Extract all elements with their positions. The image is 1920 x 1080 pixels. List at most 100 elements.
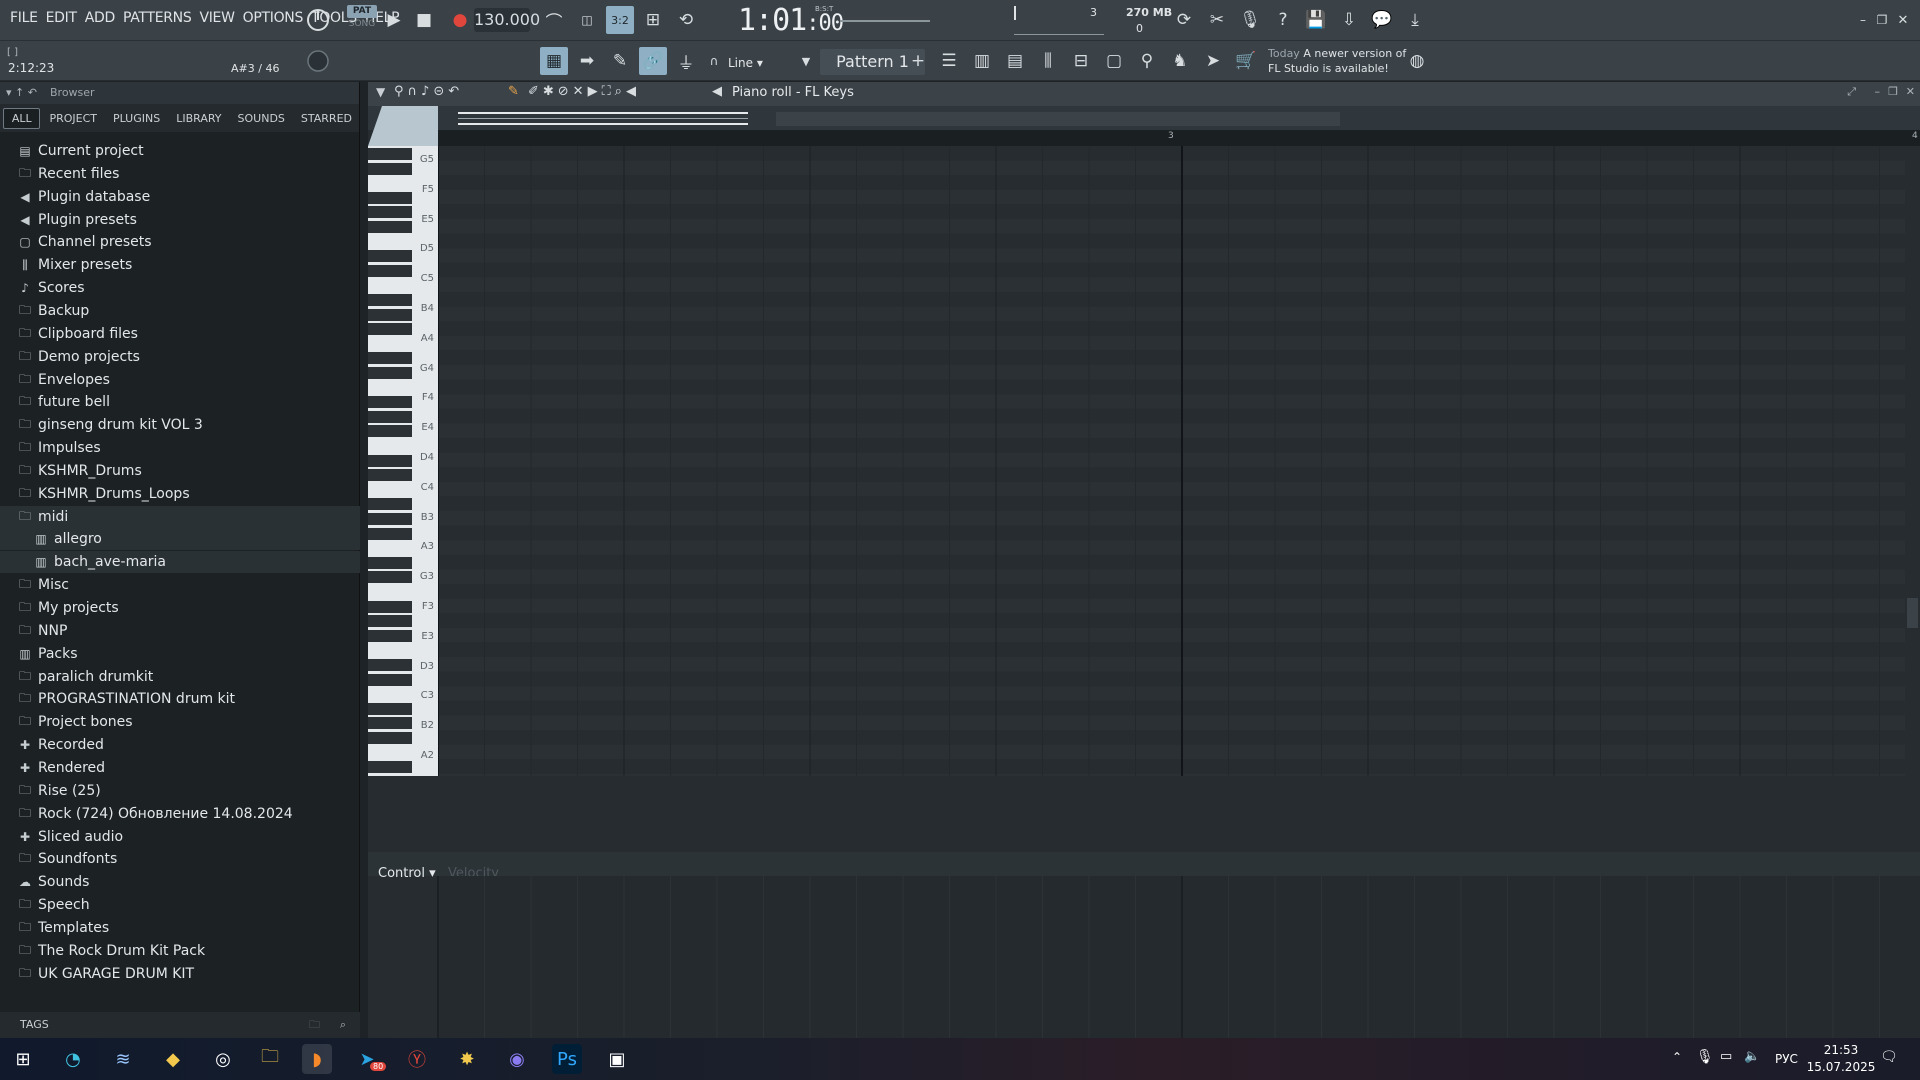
tray-clock[interactable]: 21:53 15.07.2025: [1806, 1042, 1876, 1076]
pr-restore-icon[interactable]: ❐: [1888, 85, 1898, 98]
news-panel[interactable]: Today A newer version of FL Studio is av…: [1268, 46, 1406, 76]
stop-icon[interactable]: ■: [410, 6, 438, 34]
master-volume-knob[interactable]: [304, 6, 332, 34]
browser-folder-item[interactable]: 🗀 Templates: [0, 917, 360, 939]
piano-roll-tools-left[interactable]: ⚲∩♪⊝↶: [394, 84, 463, 99]
menu-add[interactable]: ADD: [81, 10, 119, 26]
black-key[interactable]: [368, 630, 412, 642]
fl-studio-taskbar-icon[interactable]: ◗: [302, 1044, 332, 1074]
steam-icon[interactable]: ◎: [208, 1044, 238, 1074]
piano-roll-title[interactable]: Piano roll - FL Keys: [732, 85, 854, 100]
pattern-overview[interactable]: [458, 108, 748, 128]
black-key[interactable]: [368, 601, 412, 613]
mixer-icon[interactable]: ⫼: [1034, 47, 1062, 75]
metronome-icon[interactable]: ⌒: [540, 6, 568, 34]
pr-minimize-icon[interactable]: –: [1875, 85, 1881, 98]
tab-all[interactable]: ALL: [3, 107, 41, 129]
record-icon[interactable]: ●: [446, 6, 474, 34]
black-key[interactable]: [368, 294, 412, 306]
tab-plugins[interactable]: PLUGINS: [106, 109, 167, 128]
play-icon[interactable]: ▶: [380, 6, 408, 34]
piano-roll-menu-icon[interactable]: ▼: [376, 85, 385, 99]
browser-folder-item[interactable]: 🗀 Recent files: [0, 163, 360, 185]
step-edit-icon[interactable]: ⊞: [639, 6, 667, 34]
black-key[interactable]: [368, 571, 412, 583]
photoshop-icon[interactable]: Ps: [552, 1044, 582, 1074]
browser-folder-item[interactable]: 🗀 Soundfonts: [0, 848, 360, 870]
tray-network-icon[interactable]: ▭: [1720, 1049, 1732, 1064]
snap-select[interactable]: Line ▾: [720, 53, 790, 73]
browser-folder-item[interactable]: 🗀 PROGRASTINATION drum kit: [0, 688, 360, 710]
tab-starred[interactable]: STARRED: [294, 109, 359, 128]
browser-icon[interactable]: ⊟: [1067, 47, 1095, 75]
piano-roll-tools-right[interactable]: ✐✱⊘✕▶⛶⌕◀: [528, 84, 640, 99]
vertical-scroll-thumb[interactable]: [1907, 598, 1918, 628]
add-pattern-icon[interactable]: +: [904, 47, 932, 75]
browser-folder-item[interactable]: 🗀 KSHMR_Drums: [0, 460, 360, 482]
black-key[interactable]: [368, 528, 412, 540]
undo-history-icon[interactable]: ⟳: [1170, 6, 1198, 34]
browser-folder-item[interactable]: ✚ Rendered: [0, 757, 360, 779]
browser-options-icon[interactable]: ▾ ↑ ↶: [6, 82, 37, 104]
black-key[interactable]: [368, 411, 412, 423]
browser-folder-item[interactable]: 🗀 ginseng drum kit VOL 3: [0, 414, 360, 436]
black-key[interactable]: [368, 498, 412, 510]
microphone-icon[interactable]: 🎙: [1236, 6, 1264, 34]
speaker-icon[interactable]: ◀: [712, 84, 722, 99]
star-app-icon[interactable]: ✸: [452, 1044, 482, 1074]
pencil-icon[interactable]: ✎: [508, 84, 523, 99]
tempo-display[interactable]: 130.000: [474, 8, 540, 32]
search-icon[interactable]: ⌕: [340, 1012, 346, 1038]
app-icon[interactable]: ≋: [108, 1044, 138, 1074]
black-key[interactable]: [368, 309, 412, 321]
black-key[interactable]: [368, 732, 412, 744]
menu-edit[interactable]: EDIT: [42, 10, 81, 26]
game-launcher-icon[interactable]: ◆: [158, 1044, 188, 1074]
vertical-scrollbar[interactable]: [1905, 146, 1920, 776]
tray-expand-icon[interactable]: ⌃: [1672, 1050, 1682, 1064]
browser-folder-item[interactable]: 🗀 Rock (724) Обновление 14.08.2024: [0, 803, 360, 825]
browser-folder-item[interactable]: 🗀 UK GARAGE DRUM KIT: [0, 963, 360, 985]
black-key[interactable]: [368, 192, 412, 204]
browser-folder-item[interactable]: 🗀 Demo projects: [0, 346, 360, 368]
black-key[interactable]: [368, 265, 412, 277]
browser-folder-item[interactable]: ▤ Current project: [0, 140, 360, 162]
tab-library[interactable]: LIBRARY: [169, 109, 228, 128]
loop-record-icon[interactable]: ⟲: [672, 6, 700, 34]
file-explorer-icon[interactable]: 🗀: [255, 1044, 285, 1074]
browser-folder-item[interactable]: 🗀 Impulses: [0, 437, 360, 459]
black-key[interactable]: [368, 659, 412, 671]
export-icon[interactable]: ⇩: [1335, 6, 1363, 34]
pat-song-toggle[interactable]: PAT SONG: [347, 5, 377, 35]
help-icon[interactable]: ?: [1269, 6, 1297, 34]
cut-icon[interactable]: ✂: [1203, 6, 1231, 34]
browser-folder-item[interactable]: ✚ Recorded: [0, 734, 360, 756]
browser-folder-item[interactable]: 🗀 Envelopes: [0, 369, 360, 391]
news-globe-icon[interactable]: ◍: [1403, 47, 1431, 75]
browser-folder-item[interactable]: 🗀 Clipboard files: [0, 323, 360, 345]
download-icon[interactable]: ⤓: [1401, 6, 1429, 34]
black-key[interactable]: [368, 469, 412, 481]
browser-folder-item[interactable]: ◀ Plugin presets: [0, 209, 360, 231]
black-key[interactable]: [368, 148, 412, 160]
yandex-browser-icon[interactable]: Ⓨ: [402, 1044, 432, 1074]
browser-folder-item[interactable]: 🗀 Speech: [0, 894, 360, 916]
touch-keyboard-icon[interactable]: ♞: [1166, 47, 1194, 75]
piano-keyboard[interactable]: G5 F5 E5 D5 C5 B4 A4 G4 F4 E4 D4 C4 B3 A3 G3 F3 E3 D3 C3 B2…: [368, 146, 438, 776]
draw-tool-icon[interactable]: ✎: [606, 47, 634, 75]
window-app-icon[interactable]: ▣: [602, 1044, 632, 1074]
pr-close-icon[interactable]: ✕: [1906, 85, 1915, 98]
piano-roll-icon[interactable]: ▤: [1001, 47, 1029, 75]
browser-folder-item[interactable]: 🗀 The Rock Drum Kit Pack: [0, 940, 360, 962]
browser-folder-item[interactable]: 🗀 My projects: [0, 597, 360, 619]
event-editor-grid[interactable]: [368, 876, 1920, 1058]
wait-input-icon[interactable]: ◫: [573, 6, 601, 34]
browser-file-item[interactable]: ▥ allegro: [0, 528, 360, 550]
black-key[interactable]: [368, 761, 412, 773]
black-key[interactable]: [368, 206, 412, 218]
new-folder-icon[interactable]: 🗀: [309, 1012, 320, 1038]
browser-folder-item[interactable]: ♪ Scores: [0, 277, 360, 299]
browser-folder-item[interactable]: 🗀 paralich drumkit: [0, 666, 360, 688]
black-key[interactable]: [368, 250, 412, 262]
tab-sounds[interactable]: SOUNDS: [231, 109, 292, 128]
